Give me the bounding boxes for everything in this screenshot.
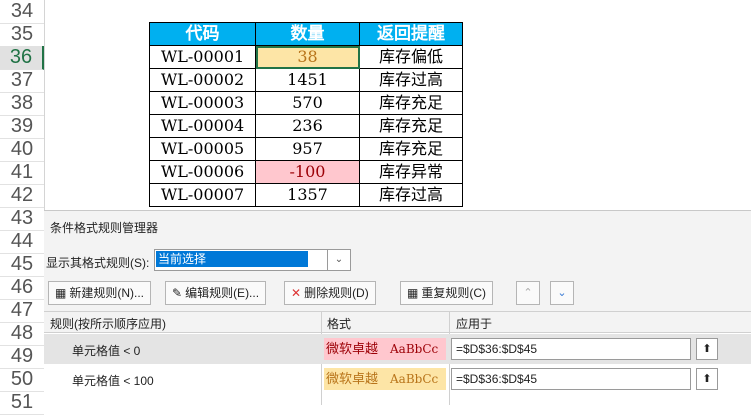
cell-note[interactable]: 库存充足 [359, 137, 463, 161]
duplicate-rule-label: 重复规则(C) [421, 286, 487, 300]
row-header[interactable]: 47 [0, 299, 44, 323]
row-header[interactable]: 50 [0, 368, 44, 392]
rule-name: 单元格值 < 0 [72, 344, 141, 358]
duplicate-rule-button[interactable]: ▦ 重复规则(C) [400, 281, 494, 305]
data-table: 代码 数量 返回提醒 WL-00001 38 库存偏低 WL-00002 145… [149, 22, 463, 207]
cell-code[interactable]: WL-00002 [149, 68, 256, 92]
edit-rule-icon: ✎ [172, 286, 183, 300]
rule-row[interactable]: 单元格值 < 100 微软卓越 AaBbCc =$D$36:$D$45 ⬆ [44, 364, 751, 394]
column-format: 格式 [327, 317, 352, 331]
row-headers: 34 35 36 37 38 39 40 41 42 43 44 45 46 4… [0, 0, 45, 415]
table-row: WL-00001 38 库存偏低 [149, 45, 463, 69]
table-row: WL-00005 957 库存充足 [149, 137, 463, 161]
applies-to-input[interactable]: =$D$36:$D$45 [451, 368, 691, 390]
chevron-down-icon: ⌄ [557, 287, 567, 299]
new-rule-label: 新建规则(N)... [69, 286, 145, 300]
cell-code[interactable]: WL-00004 [149, 114, 256, 138]
show-rules-value: 当前选择 [156, 251, 308, 267]
row-header[interactable]: 39 [0, 115, 44, 139]
table-row: WL-00007 1357 库存过高 [149, 183, 463, 207]
duplicate-rule-icon: ▦ [407, 286, 419, 300]
cell-qty[interactable]: 570 [255, 91, 360, 115]
cell-note[interactable]: 库存充足 [359, 91, 463, 115]
cell-code[interactable]: WL-00003 [149, 91, 256, 115]
dialog-title: 条件格式规则管理器 [50, 221, 159, 235]
cell-qty[interactable]: 1451 [255, 68, 360, 92]
preview-cn: 微软卓越 [326, 342, 379, 357]
cell-qty[interactable]: 1357 [255, 183, 360, 207]
row-header-active[interactable]: 36 [0, 46, 44, 70]
cell-note[interactable]: 库存充足 [359, 114, 463, 138]
cell-code[interactable]: WL-00007 [149, 183, 256, 207]
cell-note[interactable]: 库存过高 [359, 68, 463, 92]
cell-code[interactable]: WL-00006 [149, 160, 256, 184]
header-note[interactable]: 返回提醒 [359, 22, 463, 46]
cell-qty-highlighted[interactable]: -100 [255, 160, 360, 184]
edit-rule-button[interactable]: ✎ 编辑规则(E)... [165, 281, 267, 305]
cell-note[interactable]: 库存过高 [359, 183, 463, 207]
row-header[interactable]: 43 [0, 207, 44, 231]
column-rule: 规则(按所示顺序应用) [50, 317, 166, 331]
show-rules-label: 显示其格式规则(S): [46, 256, 150, 270]
row-header[interactable]: 34 [0, 0, 44, 24]
move-down-button[interactable]: ⌄ [550, 281, 574, 305]
chevron-down-icon[interactable]: ⌄ [327, 249, 351, 271]
row-header[interactable]: 41 [0, 161, 44, 185]
cell-qty-selected[interactable]: 38 [255, 45, 360, 69]
row-header[interactable]: 37 [0, 69, 44, 93]
cell-note[interactable]: 库存异常 [359, 160, 463, 184]
rule-name: 单元格值 < 100 [72, 374, 154, 388]
cf-rules-manager-dialog: 条件格式规则管理器 显示其格式规则(S): 当前选择 ⌄ ▦ 新建规则(N)...… [44, 210, 751, 405]
range-picker-icon[interactable]: ⬆ [696, 338, 718, 360]
range-picker-icon[interactable]: ⬆ [696, 368, 718, 390]
table-row: WL-00006 -100 库存异常 [149, 160, 463, 184]
move-up-button[interactable]: ⌃ [516, 281, 540, 305]
header-code[interactable]: 代码 [149, 22, 256, 46]
preview-cn: 微软卓越 [326, 372, 379, 387]
row-header[interactable]: 38 [0, 92, 44, 116]
close-icon: ✕ [291, 286, 302, 300]
cell-qty[interactable]: 236 [255, 114, 360, 138]
rules-list-header: 规则(按所示顺序应用) 格式 应用于 [44, 312, 751, 333]
rules-list: 规则(按所示顺序应用) 格式 应用于 单元格值 < 0 微软卓越 AaBbCc =… [44, 311, 751, 405]
header-qty[interactable]: 数量 [255, 22, 360, 46]
new-rule-icon: ▦ [55, 286, 67, 300]
delete-rule-label: 删除规则(D) [304, 286, 369, 300]
table-row: WL-00003 570 库存充足 [149, 91, 463, 115]
preview-en: AaBbCc [390, 342, 439, 356]
cell-qty[interactable]: 957 [255, 137, 360, 161]
row-header[interactable]: 44 [0, 230, 44, 254]
edit-rule-label: 编辑规则(E)... [185, 286, 260, 300]
show-rules-select[interactable]: 当前选择 ⌄ [154, 249, 351, 271]
cell-code[interactable]: WL-00005 [149, 137, 256, 161]
rule-format-preview: 微软卓越 AaBbCc [324, 338, 446, 360]
cell-note[interactable]: 库存偏低 [359, 45, 463, 69]
rule-format-preview: 微软卓越 AaBbCc [324, 368, 446, 390]
applies-to-input[interactable]: =$D$36:$D$45 [451, 338, 691, 360]
row-header[interactable]: 42 [0, 184, 44, 208]
table-row: WL-00002 1451 库存过高 [149, 68, 463, 92]
column-applies-to: 应用于 [456, 317, 493, 331]
row-header[interactable]: 35 [0, 23, 44, 47]
table-header-row: 代码 数量 返回提醒 [149, 22, 463, 46]
cell-code[interactable]: WL-00001 [149, 45, 256, 69]
row-header[interactable]: 46 [0, 276, 44, 300]
preview-en: AaBbCc [390, 372, 439, 386]
table-row: WL-00004 236 库存充足 [149, 114, 463, 138]
chevron-up-icon: ⌃ [523, 287, 533, 299]
delete-rule-button[interactable]: ✕ 删除规则(D) [284, 281, 376, 305]
row-header[interactable]: 48 [0, 322, 44, 346]
row-header[interactable]: 51 [0, 391, 44, 415]
new-rule-button[interactable]: ▦ 新建规则(N)... [48, 281, 152, 305]
row-header[interactable]: 45 [0, 253, 44, 277]
row-header[interactable]: 49 [0, 345, 44, 369]
row-header[interactable]: 40 [0, 138, 44, 162]
rule-row[interactable]: 单元格值 < 0 微软卓越 AaBbCc =$D$36:$D$45 ⬆ [44, 334, 751, 364]
